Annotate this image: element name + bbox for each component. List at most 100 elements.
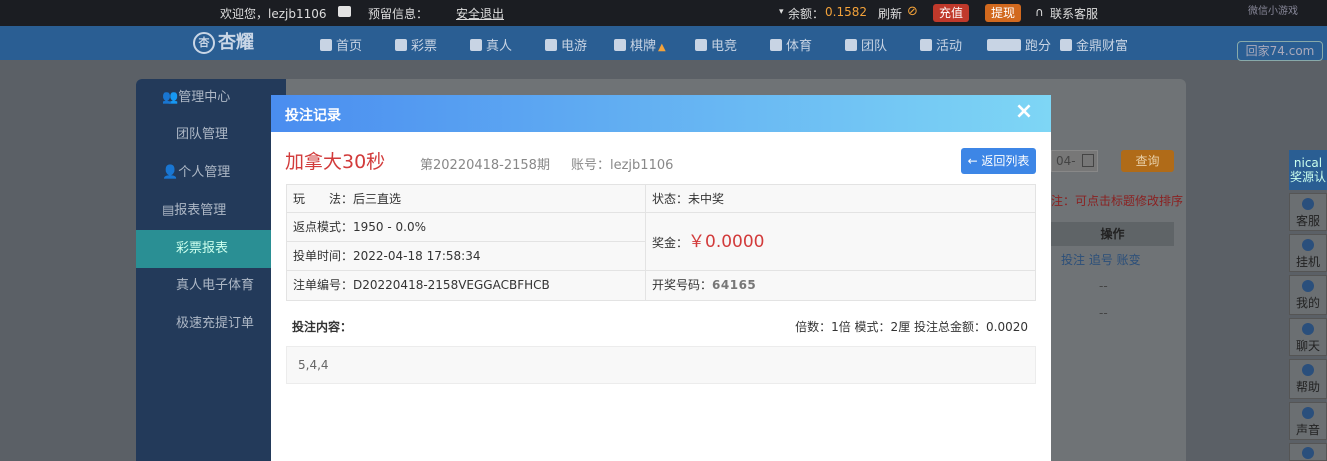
nav-activity[interactable]: 活动 (920, 35, 962, 54)
draw-cell: 开奖号码：64165 (646, 271, 1035, 300)
notice-label: 预留信息： (368, 7, 429, 21)
rtool-mine[interactable]: 我的 (1289, 275, 1327, 315)
nav-live[interactable]: 真人 (470, 35, 512, 54)
refresh-label[interactable]: 刷新 (878, 5, 902, 22)
rtool-promo[interactable]: nical 奖源认 (1289, 150, 1327, 190)
rtool-sound[interactable]: 声音 (1289, 402, 1327, 440)
rtool-support[interactable]: 客服 (1289, 193, 1327, 231)
rtool-help[interactable]: 帮助 (1289, 359, 1327, 399)
nav-wealth-label: 金鼎财富 (1076, 39, 1129, 54)
modal-title: 投注记录 (285, 108, 341, 124)
nav-activity-label: 活动 (936, 39, 963, 54)
nav-wealth[interactable]: 金鼎财富 (1060, 35, 1128, 54)
users-icon: 👥 (162, 90, 179, 105)
nav-home[interactable]: 首页 (320, 35, 362, 54)
withdraw-button[interactable]: 提现 (985, 4, 1022, 22)
game-name: 加拿大30秒 (285, 151, 386, 173)
time-label: 投单时间： (293, 249, 354, 263)
logo-text: 杏耀 (218, 32, 254, 53)
sidebar-item-reports[interactable]: ▤报表管理 (136, 192, 286, 230)
rtool-label: 客服 (1295, 214, 1320, 228)
team-icon (845, 39, 857, 51)
gift-icon (920, 39, 932, 51)
sidebar-item-label: 管理中心 (178, 90, 231, 105)
row-dash: -- (1099, 306, 1108, 320)
nav-lottery[interactable]: 彩票 (395, 35, 437, 54)
headset-icon (1302, 198, 1314, 210)
sidebar-item-label: 个人管理 (178, 165, 231, 180)
nav-sports[interactable]: 体育 (770, 35, 812, 54)
rtool-promo-line2: 奖源认 (1289, 170, 1326, 184)
lottery-icon (395, 39, 407, 51)
deposit-button[interactable]: 充值 (933, 4, 970, 22)
sidebar-item-label: 报表管理 (174, 203, 227, 218)
trophy-icon (770, 39, 782, 51)
sidebar-item-lottery-report[interactable]: 彩票报表 (136, 230, 286, 268)
op-column-header: 操作 (1051, 222, 1174, 246)
nav-esports-label: 电竞 (711, 39, 738, 54)
back-to-list-button[interactable]: ← 返回列表 (961, 148, 1036, 174)
nav-home-label: 首页 (336, 39, 363, 54)
rtool-up[interactable] (1289, 443, 1327, 461)
user-icon: 👤 (162, 165, 179, 180)
rtool-label: 挂机 (1295, 255, 1320, 269)
bet-summary: 倍数：1倍 模式：2厘 投注总金额：0.0020 (795, 320, 1028, 334)
sidebar-item-label: 彩票报表 (176, 241, 229, 256)
support-link[interactable]: 联系客服 (1050, 5, 1098, 22)
order-value: D20220418-2158VEGGACBFHCB (353, 278, 550, 292)
user-icon (1302, 280, 1314, 292)
rebate-value: 1950 - 0.0% (353, 220, 426, 234)
draw-label: 开奖号码： (652, 278, 713, 292)
nav-slots[interactable]: 电游 (545, 35, 587, 54)
logout-link[interactable]: 安全退出 (456, 5, 504, 22)
gamepad-icon (695, 39, 707, 51)
mail-icon[interactable] (338, 6, 351, 17)
nav-team[interactable]: 团队 (845, 35, 887, 54)
report-icon: ▤ (162, 203, 175, 218)
prize-cell: 奖金：￥0.0000 (646, 213, 1035, 271)
sidebar: 👥管理中心 团队管理 👤个人管理 ▤报表管理 彩票报表 真人电子体育 极速充提订… (136, 79, 286, 461)
nav-chess[interactable]: 棋牌 ▲ (614, 35, 666, 54)
date-input[interactable]: 04- (1051, 150, 1098, 172)
rebate-cell: 返点模式：1950 - 0.0% (287, 213, 646, 242)
order-cell: 注单编号：D20220418-2158VEGGACBFHCB (287, 271, 646, 300)
slots-icon (545, 39, 557, 51)
live-icon (470, 39, 482, 51)
status-label: 状态： (652, 192, 689, 206)
rtool-label: 我的 (1295, 296, 1320, 310)
prize-value: ￥0.0000 (688, 232, 765, 252)
date-input-value: 04- (1056, 154, 1076, 168)
nav-run-score-label: 跑分 (1025, 39, 1052, 54)
row-operations[interactable]: 投注 追号 账变 (1061, 251, 1141, 268)
bet-content-label: 投注内容： (292, 320, 353, 334)
rtool-label: 声音 (1295, 423, 1320, 437)
info-icon (1302, 364, 1314, 376)
nav-sports-label: 体育 (786, 39, 813, 54)
rtool-hangup[interactable]: 挂机 (1289, 234, 1327, 272)
rtool-chat[interactable]: 聊天 (1289, 318, 1327, 356)
chat-icon (1302, 323, 1314, 335)
sidebar-item-live-sports[interactable]: 真人电子体育 (136, 267, 286, 305)
status-value: 未中奖 (688, 192, 725, 206)
query-button[interactable]: 查询 (1121, 150, 1174, 172)
eye-hide-icon[interactable]: ⊘ (907, 4, 918, 19)
play-cell: 玩 法：后三直选 (287, 185, 646, 213)
rtool-promo-line1: nical (1293, 156, 1323, 170)
calendar-icon[interactable] (1082, 154, 1094, 167)
prize-label: 奖金： (652, 236, 689, 250)
sidebar-item-personal[interactable]: 👤个人管理 (136, 154, 286, 192)
arrow-up-icon (1302, 447, 1314, 459)
speaker-icon (1302, 407, 1314, 419)
rtool-label: 帮助 (1295, 380, 1320, 394)
nav-esports[interactable]: 电竞 (695, 35, 737, 54)
close-icon[interactable]: × (1013, 101, 1035, 125)
logo[interactable]: 杏杏耀 (193, 30, 254, 56)
time-cell: 投单时间：2022-04-18 17:58:34 (287, 242, 646, 271)
sidebar-item-team-management[interactable]: 团队管理 (136, 116, 286, 154)
sidebar-item-management-center[interactable]: 👥管理中心 (136, 79, 286, 117)
nav-live-label: 真人 (486, 39, 513, 54)
nav-run-score[interactable]: 跑分 (987, 35, 1051, 54)
sidebar-item-fast-orders[interactable]: 极速充提订单 (136, 305, 286, 343)
play-value: 后三直选 (353, 192, 402, 206)
chevron-down-icon[interactable]: ▾ (779, 7, 784, 17)
